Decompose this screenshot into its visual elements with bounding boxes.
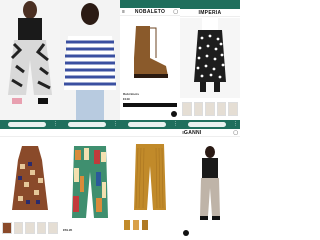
store-header — [120, 129, 180, 137]
store-header: ≡ NOBALETO ▢ — [120, 8, 180, 16]
tile-nobaleto-boots[interactable]: ≡ NOBALETO ▢ Rubi Boots €149 — [120, 0, 180, 120]
overflow-menu-icon[interactable]: ⋮ — [53, 121, 58, 127]
store-header — [60, 129, 120, 137]
brand-logo: IMPERIA — [198, 10, 222, 16]
screenshot-grid: ≡ NOBALETO ▢ Rubi Boots €149 IMPERIA ⋮ ⋮… — [0, 0, 240, 240]
chat-icon[interactable] — [171, 111, 177, 117]
product-name: Rubi Boots — [123, 92, 139, 96]
thumbnail-strip[interactable] — [2, 222, 58, 234]
thumbnail-strip[interactable] — [182, 102, 238, 116]
store-header: ≡ GANNI ▢ — [180, 129, 240, 137]
store-header — [0, 129, 60, 137]
overflow-menu-icon[interactable]: ⋮ — [113, 121, 118, 127]
brand-logo: NOBALETO — [134, 9, 166, 15]
address-bar[interactable] — [68, 122, 106, 127]
address-bar[interactable] — [188, 122, 226, 127]
tile-patchwork-trousers[interactable]: ⋮ €59.95 — [60, 120, 120, 240]
tile-ganni-outfit[interactable]: ⋮ ≡ GANNI ▢ — [180, 120, 240, 240]
browser-bar — [180, 0, 240, 9]
browser-bar: ⋮ — [60, 120, 120, 129]
product-price: €59.95 — [63, 228, 73, 232]
striped-sweater-photo — [60, 0, 120, 120]
tile-imperia-skirt[interactable]: IMPERIA — [180, 0, 240, 120]
browser-bar: ⋮ — [120, 120, 180, 129]
boots-photo — [120, 18, 180, 88]
mustard-trousers-photo — [120, 140, 180, 212]
browser-bar: ⋮ — [180, 120, 240, 129]
zebra-culottes-photo — [0, 0, 60, 120]
browser-bar: ⋮ — [0, 120, 60, 129]
tile-striped-sweater[interactable] — [60, 0, 120, 120]
tile-mustard-trousers[interactable]: ⋮ — [120, 120, 180, 240]
tile-patterned-dress[interactable]: ⋮ — [0, 120, 60, 240]
address-bar[interactable] — [8, 122, 46, 127]
dress-photo — [0, 140, 60, 218]
menu-icon[interactable]: ≡ — [122, 9, 125, 15]
tile-zebra-culottes[interactable] — [0, 0, 60, 120]
bag-icon[interactable]: ▢ — [233, 130, 238, 136]
overflow-menu-icon[interactable]: ⋮ — [233, 121, 238, 127]
add-to-bag-button[interactable] — [123, 103, 177, 107]
address-bar[interactable] — [128, 122, 166, 127]
overflow-menu-icon[interactable]: ⋮ — [173, 121, 178, 127]
store-header: IMPERIA — [180, 9, 240, 17]
bag-icon[interactable]: ▢ — [173, 9, 178, 15]
dotted-skirt-photo — [180, 18, 240, 98]
ganni-model-photo — [180, 142, 240, 222]
chat-icon[interactable] — [183, 230, 189, 236]
browser-bar — [120, 0, 180, 8]
patchwork-trousers-photo — [60, 142, 120, 222]
thumbnail-strip[interactable] — [124, 220, 148, 230]
product-price: €149 — [123, 97, 130, 101]
brand-logo: GANNI — [184, 130, 202, 136]
